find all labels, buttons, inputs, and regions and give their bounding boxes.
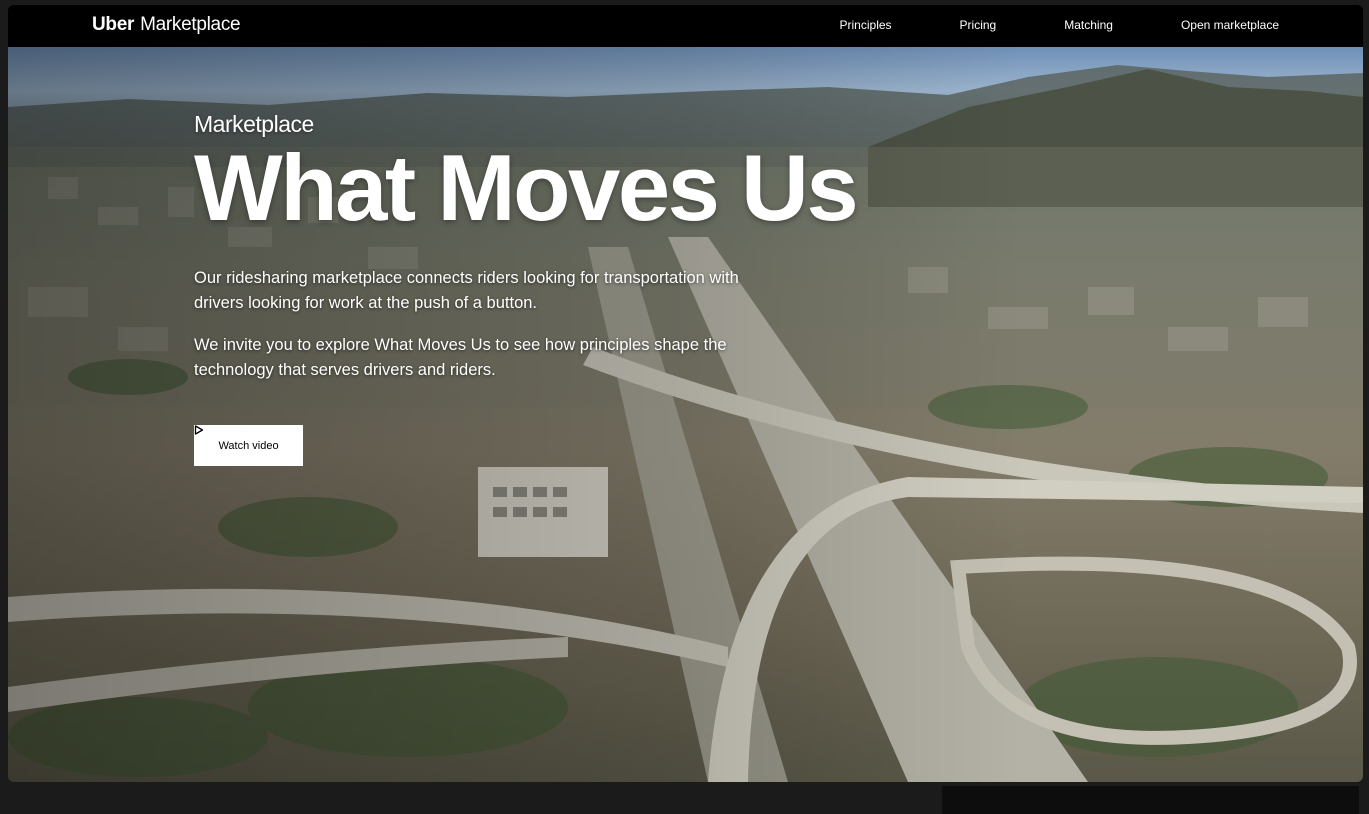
logo-product: Marketplace xyxy=(140,14,241,35)
hero-eyebrow: Marketplace xyxy=(194,111,314,137)
play-icon xyxy=(194,425,204,435)
hero-section: Marketplace What Moves Us Our ridesharin… xyxy=(8,47,1363,782)
uber-marketplace-logo[interactable]: Uber Marketplace xyxy=(92,14,241,36)
nav-link-matching[interactable]: Matching xyxy=(1064,18,1113,32)
browser-viewport: Uber Marketplace Principles Pricing Match… xyxy=(8,5,1363,782)
nav-links: Principles Pricing Matching Open marketp… xyxy=(840,18,1279,32)
logo-brand: Uber xyxy=(92,14,135,35)
top-navigation: Uber Marketplace Principles Pricing Match… xyxy=(8,5,1363,47)
hero-content: Marketplace What Moves Us Our ridesharin… xyxy=(194,111,859,466)
background-panel xyxy=(942,786,1359,814)
hero-paragraph-1: Our ridesharing marketplace connects rid… xyxy=(194,269,739,312)
hero-paragraph-2: We invite you to explore What Moves Us t… xyxy=(194,336,727,379)
nav-link-open-marketplace[interactable]: Open marketplace xyxy=(1181,18,1279,32)
nav-link-pricing[interactable]: Pricing xyxy=(960,18,997,32)
hero-headline: What Moves Us xyxy=(194,135,859,240)
watch-video-button[interactable]: Watch video xyxy=(194,425,303,466)
watch-video-label: Watch video xyxy=(218,439,279,452)
nav-link-principles[interactable]: Principles xyxy=(840,18,892,32)
